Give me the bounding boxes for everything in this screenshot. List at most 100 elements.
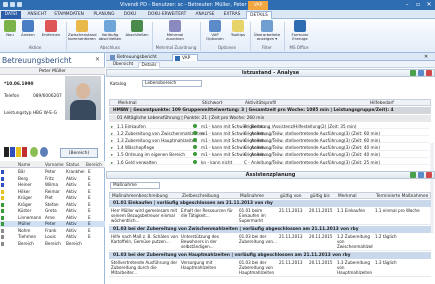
group-ms-office: MS Office	[289, 45, 309, 50]
vap-options-button[interactable]: VAP Optionen	[203, 20, 227, 41]
assign-multiple-button[interactable]: Mehrmal zuordnen	[160, 20, 190, 41]
col-merkmal[interactable]: Merkmal	[338, 194, 357, 199]
col-massnahme[interactable]: Maßnahme	[240, 194, 264, 199]
patient-row[interactable]: Nohm Frank Aktiv E	[0, 228, 105, 234]
undo-quick-icon[interactable]	[17, 2, 22, 7]
show-revised-dropdown[interactable]: Überarbeitete anzeigen ▾	[252, 20, 282, 41]
delete-icon[interactable]	[426, 172, 432, 178]
col-gueltig-bis[interactable]: gültig bis	[310, 194, 330, 199]
tab-ansicht[interactable]: ANSICHT	[24, 11, 50, 19]
tooltips-button[interactable]: Tooltips	[228, 20, 248, 37]
patient-status: Aktiv	[66, 214, 77, 220]
status-marker	[1, 222, 4, 226]
expand-triangle-icon[interactable]: ▸	[111, 124, 113, 129]
comment-interim-button[interactable]: Zwischenstand kommentieren	[68, 20, 97, 41]
group-mehrmal-zuordnung: Mehrmal Zuordnung	[155, 45, 197, 50]
patient-row[interactable]: Bär Peter Krankhei E	[0, 169, 105, 175]
patient-last-name: Kröger	[18, 201, 32, 207]
generate-form-button[interactable]: Formular Erzeuge	[286, 20, 314, 41]
edit-button[interactable]: Ändern	[19, 20, 37, 37]
istzustand-row[interactable]: ▸ 1.3 Zubereitung von Hauptmahlzeiten m1 -…	[109, 137, 429, 144]
edit-icon[interactable]	[418, 172, 424, 178]
color-chip-blue[interactable]	[10, 147, 15, 157]
katalog-label: Katalog	[110, 82, 127, 87]
katalog-select[interactable]: Lebensbereich	[142, 80, 202, 87]
tab-details[interactable]: DETAILS	[246, 11, 272, 19]
new-button[interactable]: Neu	[2, 20, 18, 37]
col-terminierte-massnahmen[interactable]: Terminierte Maßnahmen	[376, 194, 428, 199]
group-row-lebensfuehrung[interactable]: 01 Alltägliche Lebensführung | Punkte: 2…	[109, 115, 431, 122]
minimize-button[interactable]: –	[402, 1, 412, 9]
tab-extras[interactable]: EXTRAS	[220, 11, 244, 19]
col-zielbeschreibung[interactable]: Zielbeschreibung	[182, 194, 219, 199]
expand-triangle-icon[interactable]: ▸	[111, 160, 113, 165]
istzustand-row[interactable]: ▸ 1.5 Ordnung im eigenen Bereich m1 - kann…	[109, 152, 429, 158]
patient-row[interactable]: Müller Peter Aktiv E	[0, 221, 105, 227]
patient-row[interactable]: Hilker Reimar Aktiv E	[0, 189, 105, 195]
expand-triangle-icon[interactable]: ▸	[111, 145, 113, 150]
group-row-hauptmahlzeiten[interactable]: 01.03 bei der Zubereitung von Hauptmahlz…	[109, 252, 431, 259]
tab-betreuungsbericht[interactable]: Betreuungsbericht	[108, 54, 170, 61]
save-quick-icon[interactable]	[10, 2, 15, 7]
expand-triangle-icon[interactable]: ▸	[111, 152, 113, 157]
tab-uebersicht[interactable]: Übersicht	[110, 62, 136, 68]
expand-triangle-icon[interactable]: ▸	[111, 131, 113, 136]
col-massnahmenbeschreibung[interactable]: Maßnahmenbeschreibung	[112, 194, 168, 199]
patient-row[interactable]: Bereich Bereich Bereich	[0, 241, 105, 247]
user-icon[interactable]	[40, 147, 48, 157]
col-status[interactable]: Status	[66, 162, 79, 167]
expand-triangle-icon[interactable]: ▸	[111, 138, 113, 143]
istzustand-row[interactable]: ▸ 1.4 Wäschepflege m1 - kann mit Schwierig…	[109, 145, 429, 151]
patient-row[interactable]: Küster Greta Aktiv E	[0, 208, 105, 214]
close-window-button[interactable]: ✕	[424, 1, 434, 9]
group-row-zwischenmahlzeiten[interactable]: 01.03 bei der Zubereitung von Zwischenma…	[109, 226, 431, 233]
tab-stammdaten[interactable]: STAMMDATEN	[52, 11, 86, 19]
remove-button[interactable]: Entfernen	[38, 20, 64, 37]
col-merkmal[interactable]: Merkmal	[118, 101, 137, 106]
color-chip-black[interactable]	[4, 147, 9, 157]
patient-row[interactable]: Kröger Stefan Aktiv E	[0, 202, 105, 208]
istzustand-row[interactable]: ▸ 1.2 Zubereitung von Zwischenmahlzeiten m…	[109, 130, 429, 137]
patient-row[interactable]: Krüger Piet Aktiv E	[0, 195, 105, 201]
col-name[interactable]: Name	[18, 162, 30, 167]
assistenz-row[interactable]: Herr Müller wird gemeinsam mit seinem Be…	[109, 208, 431, 225]
group-row-einkaufen[interactable]: 01.01 Einkaufen | vorläufig abgeschlosse…	[109, 200, 431, 207]
close-record-button[interactable]: Abschließen	[124, 20, 150, 37]
col-hilfebedarf[interactable]: Hilfebedarf	[370, 101, 394, 106]
bereich-button[interactable]: (Bereich)	[60, 148, 98, 158]
patient-row[interactable]: Heiner Wilma Aktiv E	[0, 182, 105, 188]
patient-row[interactable]: Linnemann Arne Aktiv E	[0, 215, 105, 221]
tab-datei[interactable]: DATEI	[1, 11, 21, 19]
col-gueltig-von[interactable]: gültig von	[280, 194, 302, 199]
tree-icon[interactable]	[30, 147, 38, 157]
color-chip-red[interactable]	[22, 147, 27, 157]
tab-details[interactable]: Details	[138, 62, 160, 68]
add-icon[interactable]	[410, 172, 416, 178]
patient-row[interactable]: Berg Fritz Aktiv E	[0, 176, 105, 182]
massnahme-select[interactable]: Maßnahme	[110, 182, 160, 189]
tab-doku[interactable]: DOKU	[120, 11, 140, 19]
assistenz-row[interactable]: Stellvertretende Ausführung der Zubereit…	[109, 260, 431, 277]
sidebar-close-button[interactable]: ✕	[95, 56, 100, 63]
patient-row[interactable]: Tiehmen Louis Aktiv E	[0, 234, 105, 240]
col-bereich[interactable]: Bereich	[86, 162, 102, 167]
add-icon[interactable]	[410, 70, 416, 76]
col-vorname[interactable]: Vorname	[45, 162, 64, 167]
col-stichwort[interactable]: Stichwort	[202, 101, 222, 106]
assistenz-row[interactable]: Hilfe nach Maß z. B. Schälen von Kartoff…	[109, 234, 431, 251]
maximize-button[interactable]: ▫	[413, 1, 423, 9]
col-aktivitaetsprofil[interactable]: Aktivitätsprofil	[245, 101, 276, 106]
tab-planung[interactable]: PLANUNG	[90, 11, 118, 19]
color-chip-yellow[interactable]	[16, 147, 21, 157]
preliminary-close-button[interactable]: Vorläufig abschließen	[97, 20, 123, 41]
delete-icon[interactable]	[426, 70, 432, 76]
tab-analyse[interactable]: ANALYSE	[192, 11, 218, 19]
tab-vap[interactable]: VAP	[172, 54, 198, 61]
group-row-hmbw[interactable]: HMBW | Gesamtpunkte: 109 Gruppenmittelwe…	[109, 107, 431, 114]
edit-icon[interactable]	[418, 70, 424, 76]
tab-doku-erweitert[interactable]: DOKU-ERWEITERT	[142, 11, 192, 19]
status-marker	[1, 183, 4, 187]
istzustand-row[interactable]: ▸ 1.6 Geld verwalten kn - kann nicht C - An…	[109, 159, 429, 165]
istzustand-row[interactable]: ▸ 1.1 Einkaufen m1 - kann mit Schwierigkei…	[109, 123, 429, 129]
close-tab-icon[interactable]: ✕	[424, 54, 428, 60]
